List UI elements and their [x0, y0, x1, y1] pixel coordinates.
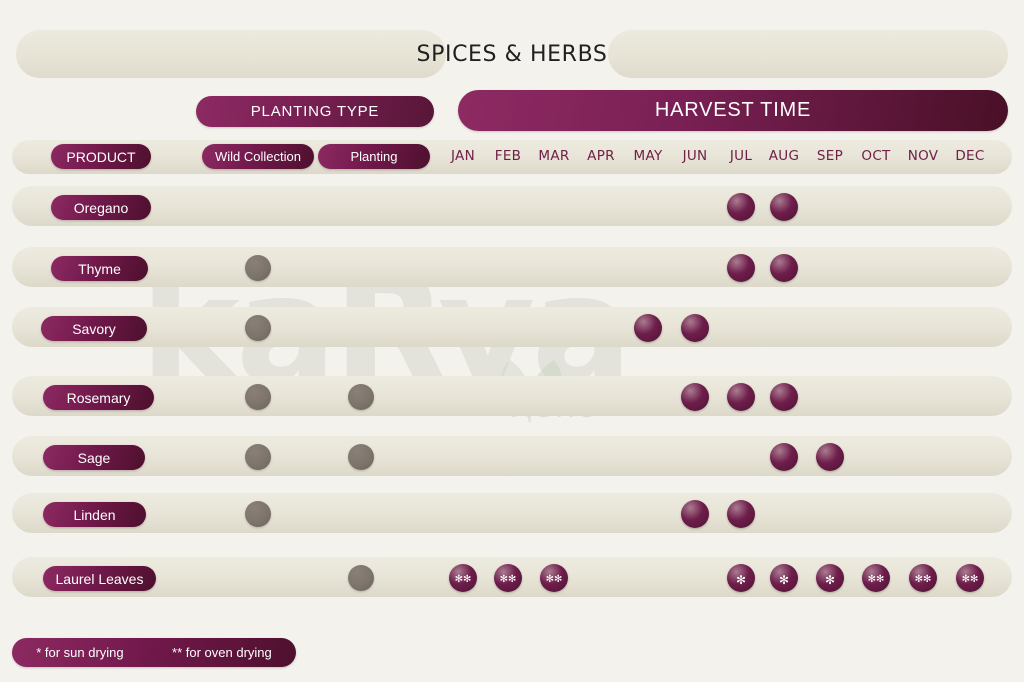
- harvest-dot-savory-jun: [681, 314, 709, 342]
- planting-dot-rosemary: [348, 384, 374, 410]
- footnote-legend: * for sun drying ** for oven drying: [12, 638, 296, 667]
- column-header-planting: Planting: [318, 144, 430, 169]
- month-label-nov: NOV: [907, 148, 939, 164]
- harvest-dot-sage-sep: [816, 443, 844, 471]
- page-title: SPICES & HERBS: [416, 42, 608, 67]
- month-label-jul: JUL: [729, 148, 753, 164]
- wild-collection-dot-thyme: [245, 255, 271, 281]
- drying-mark: ✻✻: [499, 574, 517, 585]
- month-label-aug: AUG: [768, 148, 800, 164]
- harvest-dot-laurel-leaves-jan: ✻✻: [449, 564, 477, 592]
- harvest-dot-laurel-leaves-sep: ✻: [816, 564, 844, 592]
- harvest-dot-laurel-leaves-aug: ✻: [770, 564, 798, 592]
- drying-mark: ✻✻: [545, 574, 563, 585]
- product-label-thyme: Thyme: [51, 256, 148, 281]
- harvest-dot-linden-jun: [681, 500, 709, 528]
- drying-mark: ✻✻: [914, 574, 932, 585]
- month-label-sep: SEP: [816, 148, 844, 164]
- drying-mark: ✻: [778, 573, 790, 587]
- month-label-dec: DEC: [955, 148, 985, 164]
- harvest-dot-laurel-leaves-mar: ✻✻: [540, 564, 568, 592]
- product-label-linden: Linden: [43, 502, 146, 527]
- harvest-dot-laurel-leaves-nov: ✻✻: [909, 564, 937, 592]
- month-label-jan: JAN: [451, 148, 475, 164]
- planting-dot-sage: [348, 444, 374, 470]
- month-label-apr: APR: [587, 148, 615, 164]
- harvest-dot-thyme-jul: [727, 254, 755, 282]
- month-label-oct: OCT: [861, 148, 891, 164]
- table-row: [12, 247, 1012, 287]
- month-label-jun: JUN: [682, 148, 708, 164]
- spices-herbs-harvest-chart: kaRya AGRO SPICES & HERBS PLANTING TYPE …: [0, 0, 1024, 682]
- table-row: [12, 186, 1012, 226]
- product-label-oregano: Oregano: [51, 195, 151, 220]
- wild-collection-dot-linden: [245, 501, 271, 527]
- drying-mark: ✻✻: [867, 574, 885, 585]
- harvest-dot-laurel-leaves-feb: ✻✻: [494, 564, 522, 592]
- footnote-oven-drying: ** for oven drying: [172, 645, 272, 660]
- harvest-dot-laurel-leaves-jul: ✻: [727, 564, 755, 592]
- section-header-harvest-time: HARVEST TIME: [458, 90, 1008, 131]
- table-row: [12, 307, 1012, 347]
- planting-dot-laurel-leaves: [348, 565, 374, 591]
- harvest-dot-savory-may: [634, 314, 662, 342]
- harvest-dot-rosemary-jul: [727, 383, 755, 411]
- wild-collection-dot-savory: [245, 315, 271, 341]
- harvest-dot-laurel-leaves-oct: ✻✻: [862, 564, 890, 592]
- drying-mark: ✻: [735, 573, 747, 587]
- drying-mark: ✻: [824, 573, 836, 587]
- harvest-dot-rosemary-jun: [681, 383, 709, 411]
- drying-mark: ✻✻: [961, 574, 979, 585]
- wild-collection-dot-sage: [245, 444, 271, 470]
- month-label-may: MAY: [633, 148, 663, 164]
- product-label-laurel-leaves: Laurel Leaves: [43, 566, 156, 591]
- month-label-mar: MAR: [538, 148, 570, 164]
- column-header-product: PRODUCT: [51, 144, 151, 169]
- column-header-wild-collection: Wild Collection: [202, 144, 314, 169]
- harvest-dot-sage-aug: [770, 443, 798, 471]
- product-label-sage: Sage: [43, 445, 145, 470]
- harvest-dot-thyme-aug: [770, 254, 798, 282]
- harvest-dot-oregano-jul: [727, 193, 755, 221]
- table-row: [12, 376, 1012, 416]
- harvest-dot-rosemary-aug: [770, 383, 798, 411]
- wild-collection-dot-rosemary: [245, 384, 271, 410]
- section-header-planting-type: PLANTING TYPE: [196, 96, 434, 127]
- harvest-dot-oregano-aug: [770, 193, 798, 221]
- title-band: SPICES & HERBS: [16, 30, 1008, 78]
- footnote-sun-drying: * for sun drying: [36, 645, 124, 660]
- drying-mark: ✻✻: [454, 574, 472, 585]
- harvest-dot-laurel-leaves-dec: ✻✻: [956, 564, 984, 592]
- harvest-dot-linden-jul: [727, 500, 755, 528]
- product-label-rosemary: Rosemary: [43, 385, 154, 410]
- product-label-savory: Savory: [41, 316, 147, 341]
- table-row: [12, 493, 1012, 533]
- month-label-feb: FEB: [494, 148, 522, 164]
- table-row: [12, 436, 1012, 476]
